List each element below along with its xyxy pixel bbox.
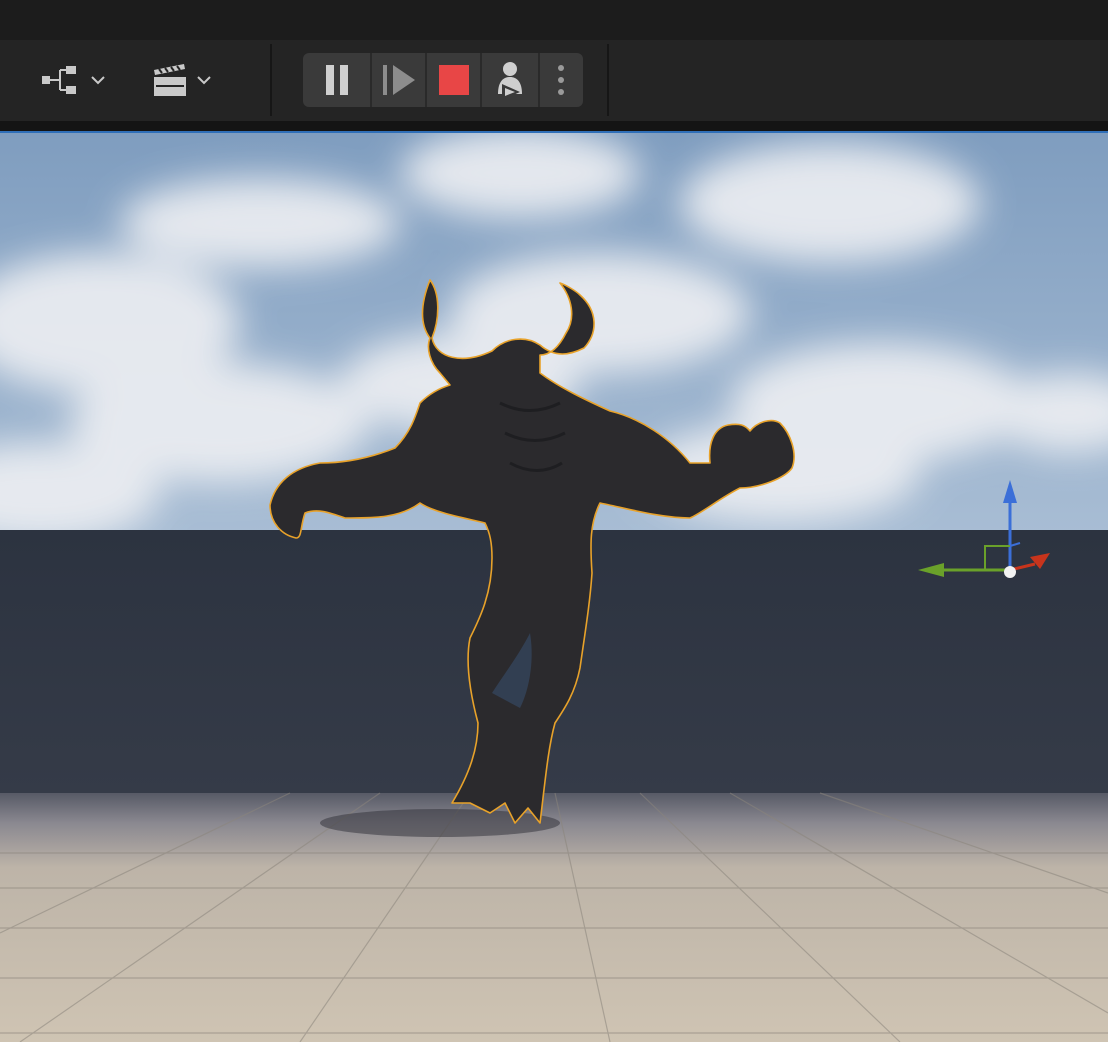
play-controls bbox=[303, 53, 583, 107]
possess-player-icon bbox=[498, 62, 523, 100]
step-forward-icon bbox=[382, 65, 415, 95]
toolbar-separator bbox=[270, 44, 272, 116]
level-editor-toolbar bbox=[0, 40, 1108, 121]
blueprint-hierarchy-button[interactable] bbox=[40, 64, 106, 96]
stop-icon bbox=[438, 65, 469, 95]
pause-icon bbox=[325, 65, 348, 95]
cinematics-button[interactable] bbox=[150, 60, 212, 100]
vertical-dots-icon bbox=[558, 65, 565, 95]
floor bbox=[0, 793, 1108, 1042]
chevron-down-icon bbox=[91, 76, 105, 85]
title-bar bbox=[0, 0, 1108, 40]
chevron-down-icon bbox=[197, 76, 211, 85]
hierarchy-icon bbox=[42, 66, 76, 94]
viewport-scene[interactable] bbox=[0, 133, 1108, 1042]
clapperboard-icon bbox=[154, 64, 186, 96]
toolbar-separator bbox=[607, 44, 609, 116]
pause-button[interactable] bbox=[303, 53, 370, 107]
possess-eject-button[interactable] bbox=[480, 53, 537, 107]
more-options-button[interactable] bbox=[537, 53, 583, 107]
stop-button[interactable] bbox=[425, 53, 480, 107]
level-viewport[interactable] bbox=[0, 133, 1108, 1042]
step-frame-button[interactable] bbox=[370, 53, 425, 107]
toolbar-shadow bbox=[0, 121, 1108, 131]
